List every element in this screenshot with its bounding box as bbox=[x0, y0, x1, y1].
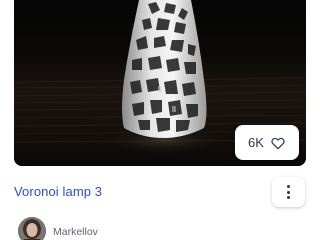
model-title[interactable]: Voronoi lamp 3 bbox=[14, 184, 102, 199]
likes-count: 6K bbox=[248, 135, 264, 150]
more-options-button[interactable] bbox=[272, 177, 305, 207]
author-name[interactable]: Markellov bbox=[53, 226, 98, 238]
avatar-image bbox=[18, 217, 46, 240]
heart-outline-icon bbox=[271, 137, 285, 149]
like-button[interactable]: 6K bbox=[235, 125, 299, 160]
author-avatar[interactable] bbox=[18, 217, 46, 240]
kebab-menu-icon bbox=[287, 185, 291, 199]
model-card: 6K Voronoi lamp 3 Markellov bbox=[0, 0, 320, 240]
